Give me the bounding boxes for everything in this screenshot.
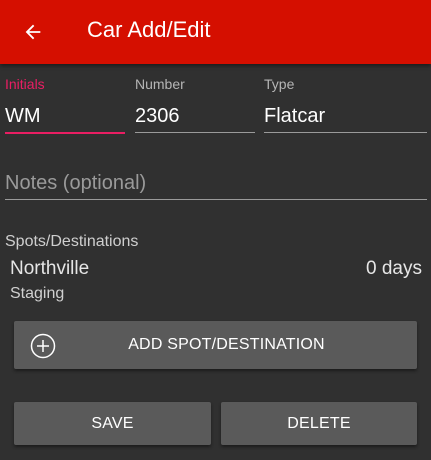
spot-list-item[interactable]: Northville 0 days Staging — [0, 254, 431, 306]
add-circle-outline-icon — [30, 333, 56, 359]
add-spot-label: ADD SPOT/DESTINATION — [128, 336, 325, 353]
notes-underline — [5, 199, 427, 200]
initials-underline — [5, 132, 125, 134]
number-input[interactable] — [135, 103, 253, 129]
number-label: Number — [135, 76, 185, 92]
initials-input[interactable] — [5, 103, 123, 129]
type-underline — [264, 132, 427, 133]
delete-label: DELETE — [287, 414, 351, 432]
number-underline — [135, 132, 255, 133]
back-button[interactable] — [14, 13, 52, 51]
save-label: SAVE — [91, 414, 134, 432]
spot-track: Staging — [10, 285, 65, 302]
notes-field[interactable] — [5, 166, 427, 202]
number-field[interactable]: Number — [135, 74, 255, 134]
delete-button[interactable]: DELETE — [221, 402, 417, 445]
page-title: Car Add/Edit — [87, 17, 211, 42]
initials-field[interactable]: Initials — [5, 74, 125, 134]
spot-name: Northville — [10, 258, 90, 279]
spots-section-label: Spots/Destinations — [5, 233, 139, 250]
type-label: Type — [264, 76, 295, 92]
type-input[interactable] — [264, 103, 424, 129]
app-bar: Car Add/Edit — [0, 0, 431, 64]
spot-days: 0 days — [366, 258, 422, 279]
arrow-back-icon — [25, 24, 41, 40]
notes-input[interactable] — [5, 170, 425, 196]
type-field[interactable]: Type — [264, 74, 427, 134]
add-spot-button[interactable]: ADD SPOT/DESTINATION — [14, 321, 417, 369]
save-button[interactable]: SAVE — [14, 402, 211, 445]
initials-label: Initials — [5, 76, 45, 92]
